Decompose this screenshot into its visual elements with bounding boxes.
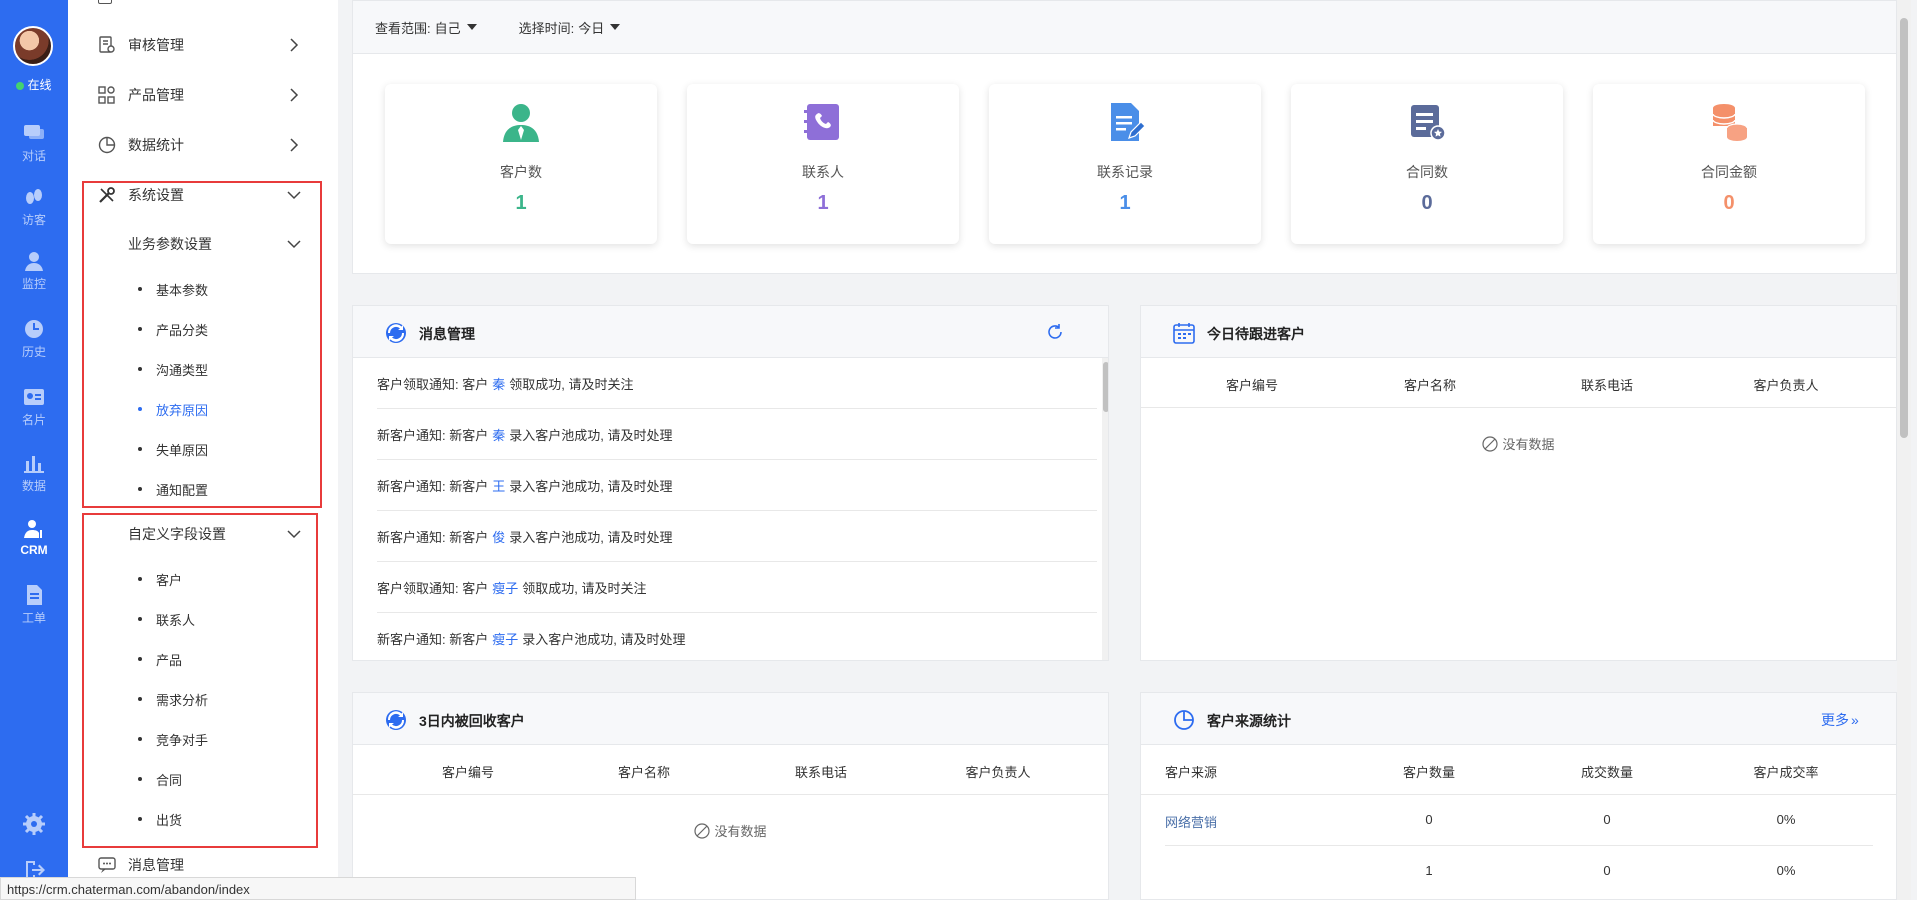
message-scrollbar[interactable] [1102,358,1108,660]
sidebar-gutter [338,0,352,900]
rail-item-card[interactable]: 名片 [0,386,68,428]
page-scroll-thumb[interactable] [1900,18,1908,438]
stat-card-contract-amount[interactable]: 合同金额 0 [1593,84,1865,244]
followup-empty-state: 没有数据 [1141,434,1896,453]
chevron-right-icon [290,38,299,52]
crm-icon [24,520,42,538]
followup-table-header: 客户编号 客户名称 联系电话 客户负责人 [1141,358,1896,408]
rail-item-monitor[interactable]: 监控 [0,250,68,292]
message-icon [98,857,116,873]
app-root: 在线 对话 访客 监控 历史 名片 数据 CRM 工单 审核管理 产品管理 数据… [0,0,1917,900]
menu-audit[interactable]: 审核管理 [68,25,338,65]
coins-icon [1712,104,1748,141]
contact-book-icon [804,104,839,140]
reload-icon[interactable] [1046,323,1064,341]
stats-section: 客户数 1 联系人 1 联系记录 1 合同数 0 合同金额 0 [352,54,1897,274]
followup-panel-header: 今日待跟进客户 [1141,306,1896,358]
recycled-panel-header: 3日内被回收客户 [353,693,1108,745]
recycle-icon [386,710,406,730]
table-row[interactable]: 网络营销 0 0 0% [1165,795,1873,846]
browser-status-url: https://crm.chaterman.com/abandon/index [0,877,636,900]
message-panel: 消息管理 客户领取通知: 客户秦领取成功, 请及时关注 新客户通知: 新客户秦录… [352,305,1109,661]
highlight-box-custom-fields [82,513,318,848]
rail-item-ticket[interactable]: 工单 [0,584,68,626]
contract-icon [1411,105,1446,141]
refresh-cycle-icon [386,323,406,343]
filter-bar: 查看范围: 自己 选择时间: 今日 [352,0,1897,54]
time-filter[interactable]: 选择时间: 今日 [519,18,621,37]
table-row[interactable]: 1 0 0% [1165,846,1873,897]
message-item[interactable]: 新客户通知: 新客户秦录入客户池成功, 请及时处理 [377,409,1097,460]
message-item[interactable]: 客户领取通知: 客户秦领取成功, 请及时关注 [377,358,1097,409]
message-scroll-thumb[interactable] [1103,362,1108,412]
online-status: 在线 [0,76,68,93]
double-chevron-right-icon: » [1851,712,1859,728]
message-panel-header: 消息管理 [353,306,1108,358]
calendar-icon [1173,323,1195,344]
message-item[interactable]: 客户领取通知: 客户 瘦子 领取成功, 请及时关注 [377,562,1097,613]
chat-icon [24,125,44,139]
avatar[interactable] [13,26,53,66]
online-dot [16,81,25,90]
clock-icon [25,320,43,338]
stat-card-contacts[interactable]: 联系人 1 [687,84,959,244]
rail-item-history[interactable]: 历史 [0,318,68,360]
ticket-icon [27,585,42,605]
recycled-empty-state: 没有数据 [353,821,1108,840]
dashboard-main: 查看范围: 自己 选择时间: 今日 客户数 1 联系人 1 联系记录 1 合同数… [352,0,1897,900]
recycled-panel: 3日内被回收客户 客户编号 客户名称 联系电话 客户负责人 没有数据 [352,692,1109,900]
scope-filter[interactable]: 查看范围: 自己 [375,18,477,37]
recycled-table-header: 客户编号 客户名称 联系电话 客户负责人 [353,745,1108,795]
message-item[interactable]: 新客户通知: 新客户俊录入客户池成功, 请及时处理 [377,511,1097,562]
gear-icon[interactable] [22,812,46,836]
caret-down-icon [610,24,621,30]
source-stats-header: 客户来源统计 更多» [1141,693,1896,745]
crm-sidebar: 审核管理 产品管理 数据统计 系统设置 业务参数设置 基本参数 产品分类 沟通类… [68,0,338,900]
menu-data-stats[interactable]: 数据统计 [68,125,338,165]
footprint-icon [26,189,42,204]
rail-item-chat[interactable]: 对话 [0,122,68,164]
chevron-right-icon [290,138,299,152]
source-stats-panel: 客户来源统计 更多» 客户来源 客户数量 成交数量 客户成交率 网络营销 0 0… [1140,692,1897,900]
audit-icon [99,36,115,53]
stat-card-contact-records[interactable]: 联系记录 1 [989,84,1261,244]
no-data-icon [694,823,711,839]
stat-card-contracts[interactable]: 合同数 0 [1291,84,1563,244]
partial-menu-icon [98,0,112,4]
pie-chart-icon [1174,710,1194,730]
pie-chart-icon [98,136,116,154]
more-link[interactable]: 更多» [1821,710,1859,730]
source-stats-table-header: 客户来源 客户数量 成交数量 客户成交率 [1141,745,1896,795]
no-data-icon [1482,436,1499,452]
monitor-icon [25,252,43,271]
highlight-box-business-params [82,181,322,508]
followup-panel: 今日待跟进客户 客户编号 客户名称 联系电话 客户负责人 没有数据 [1140,305,1897,661]
customer-icon [503,104,539,142]
grid-icon [98,86,115,104]
left-rail: 在线 对话 访客 监控 历史 名片 数据 CRM 工单 [0,0,68,900]
message-item[interactable]: 新客户通知: 新客户王录入客户池成功, 请及时处理 [377,460,1097,511]
chevron-right-icon [290,88,299,102]
stat-card-customers[interactable]: 客户数 1 [385,84,657,244]
rail-item-visitor[interactable]: 访客 [0,186,68,228]
menu-product[interactable]: 产品管理 [68,75,338,115]
rail-item-data[interactable]: 数据 [0,452,68,494]
caret-down-icon [466,24,477,30]
message-item[interactable]: 新客户通知: 新客户 瘦子 录入客户池成功, 请及时处理 [377,613,1097,660]
bar-chart-icon [24,456,44,473]
document-edit-icon [1111,103,1145,141]
rail-item-crm[interactable]: CRM [0,518,68,557]
page-scrollbar[interactable] [1897,0,1911,900]
card-icon [24,389,44,405]
